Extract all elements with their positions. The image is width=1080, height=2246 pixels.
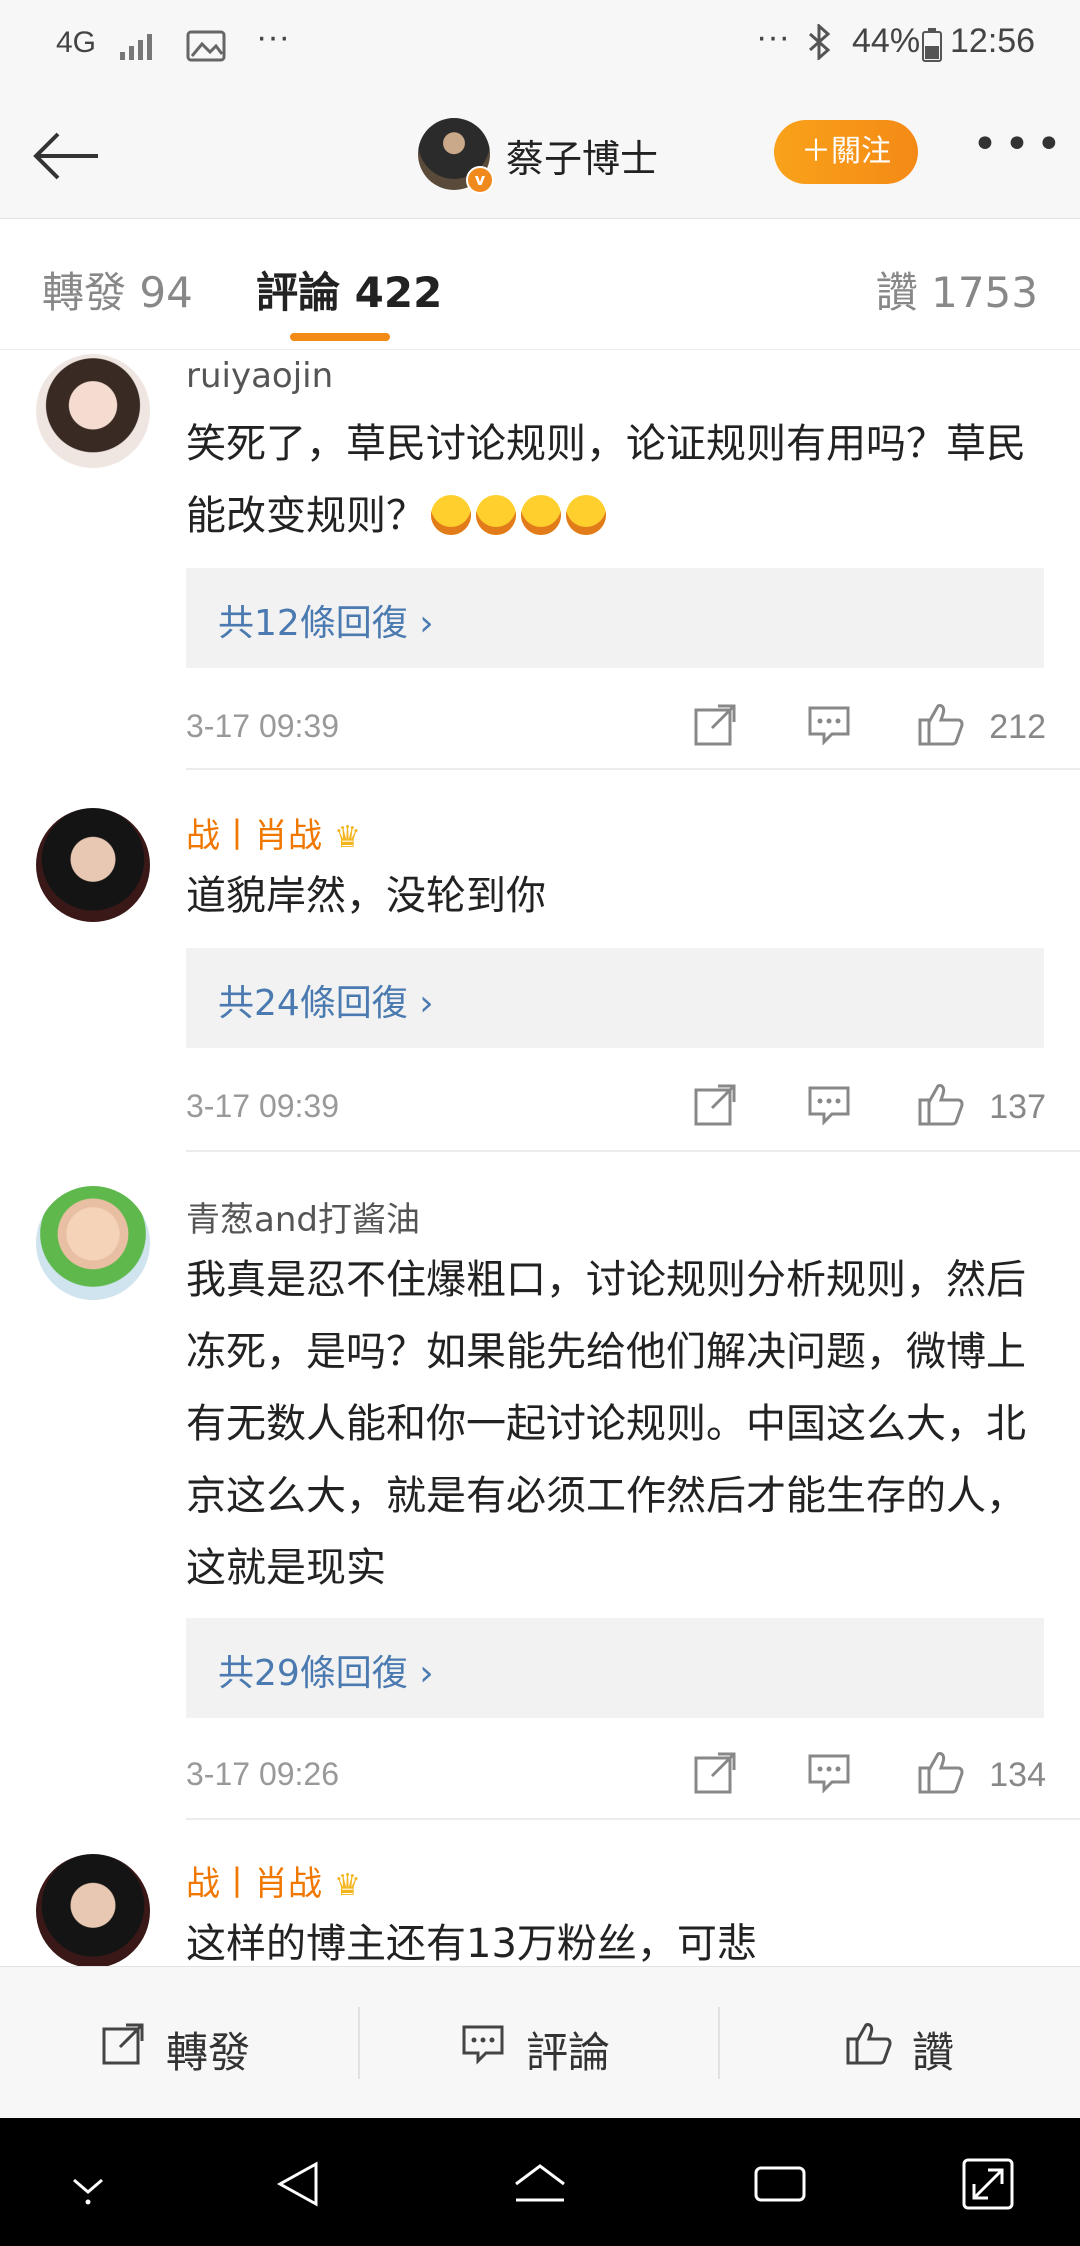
replies-count: 共29條回復 (218, 1653, 408, 1694)
more-options-icon[interactable]: ••• (972, 120, 1062, 184)
comment-meta: 3-17 09:39 137 (186, 1082, 1046, 1132)
like-count: 137 (989, 1088, 1046, 1126)
avatar[interactable] (36, 1854, 150, 1966)
replies-count: 共24條回復 (218, 983, 408, 1024)
laugh-emoji-icon (476, 495, 516, 535)
network-indicator: 4G (56, 26, 97, 59)
battery-icon (922, 28, 942, 71)
like-icon[interactable] (916, 700, 966, 750)
bottom-action-bar: 轉發 評論 讚 (0, 1966, 1080, 2119)
more-notifications-icon: ··· (256, 18, 290, 56)
divider (186, 768, 1080, 770)
comment-item: 战丨肖战 ♛ 这样的博主还有13万粉丝，可悲 (0, 1838, 1080, 1966)
comment-text-body: 笑死了，草民讨论规则，论证规则有用吗？草民能改变规则？ (186, 421, 1026, 539)
comment-icon[interactable] (806, 1082, 852, 1128)
replies-box[interactable]: 共29條回復 › (186, 1618, 1044, 1718)
follow-button[interactable]: ＋關注 (774, 120, 918, 184)
laugh-emoji-icon (566, 495, 606, 535)
replies-link[interactable]: 共24條回復 › (218, 974, 434, 1026)
laugh-emoji-icon (431, 495, 471, 535)
clock: 12:56 (950, 22, 1036, 60)
hide-keyboard-icon[interactable] (58, 2154, 118, 2214)
replies-link[interactable]: 共12條回復 › (218, 594, 434, 646)
bluetooth-icon (806, 22, 832, 69)
expand-icon[interactable] (958, 2154, 1018, 2214)
comment-meta: 3-17 09:39 212 (186, 702, 1046, 752)
comment-username-text: 战丨肖战 (186, 816, 322, 856)
comment-time: 3-17 09:39 (186, 708, 340, 744)
comment-username[interactable]: ruiyaojin (186, 356, 333, 396)
back-arrow-icon (33, 132, 98, 180)
recent-apps-icon[interactable] (750, 2154, 810, 2214)
laugh-emoji-icon (521, 495, 561, 535)
avatar[interactable] (36, 1186, 150, 1300)
comment-icon (462, 2025, 504, 2065)
crown-icon: ♛ (334, 1868, 361, 1903)
tab-reposts[interactable]: 轉發 94 (42, 259, 193, 320)
comment-meta: 3-17 09:26 134 (186, 1750, 1046, 1800)
like-icon (846, 2023, 892, 2065)
replies-count: 共12條回復 (218, 603, 408, 644)
signal-icon (118, 30, 162, 69)
repost-button[interactable]: 轉發 (0, 1967, 358, 2119)
more-status-icon: ··· (756, 18, 790, 56)
like-label: 讚 (912, 2028, 955, 2077)
back-button[interactable] (28, 120, 100, 192)
comment-button[interactable]: 評論 (360, 1967, 718, 2119)
comment-icon[interactable] (806, 1750, 852, 1796)
comment-icon[interactable] (806, 702, 852, 748)
replies-box[interactable]: 共24條回復 › (186, 948, 1044, 1048)
comment-text: 我真是忍不住爆粗口，讨论规则分析规则，然后冻死，是吗？如果能先给他们解决问题，微… (186, 1257, 1026, 1591)
repost-label: 轉發 (166, 2028, 251, 2077)
comment-username-text: 战丨肖战 (186, 1864, 322, 1904)
share-icon[interactable] (692, 1082, 738, 1128)
gallery-icon (186, 30, 226, 71)
replies-box[interactable]: 共12條回復 › (186, 568, 1044, 668)
comment-username[interactable]: 战丨肖战 ♛ (186, 1856, 361, 1905)
like-count: 134 (989, 1756, 1046, 1794)
share-icon[interactable] (692, 702, 738, 748)
comment-time: 3-17 09:26 (186, 1756, 340, 1792)
like-button[interactable]: 讚 (720, 1967, 1080, 2119)
comment-text: 这样的博主还有13万粉丝，可悲 (186, 1921, 757, 1966)
avatar[interactable] (36, 354, 150, 468)
home-icon[interactable] (510, 2154, 570, 2214)
battery-level: 44% (852, 22, 921, 60)
back-nav-icon[interactable] (270, 2154, 330, 2214)
like-icon[interactable] (916, 1748, 966, 1798)
tab-comments[interactable]: 評論 422 (256, 259, 442, 320)
tab-bar: 轉發 94 評論 422 讚 1753 (0, 219, 1080, 350)
comment-text: 道貌岸然，没轮到你 (186, 873, 546, 919)
crown-icon: ♛ (334, 820, 361, 855)
status-bar: 4G ··· ··· 44% 12:56 (0, 0, 1080, 90)
comment-username[interactable]: 青葱and打酱油 (186, 1192, 420, 1241)
avatar[interactable] (36, 808, 150, 922)
comment-username[interactable]: 战丨肖战 ♛ (186, 808, 361, 857)
share-icon[interactable] (692, 1750, 738, 1796)
repost-icon (102, 2023, 144, 2065)
divider (186, 1150, 1080, 1152)
system-nav-bar (0, 2118, 1080, 2246)
like-count: 212 (989, 708, 1046, 746)
replies-link[interactable]: 共29條回復 › (218, 1644, 434, 1696)
active-tab-indicator (290, 333, 390, 341)
tab-likes[interactable]: 讚 1753 (876, 259, 1038, 320)
comment-label: 評論 (526, 2028, 611, 2077)
comment-text: 笑死了，草民讨论规则，论证规则有用吗？草民能改变规则？ (186, 408, 1046, 552)
comment-time: 3-17 09:39 (186, 1088, 340, 1124)
like-icon[interactable] (916, 1080, 966, 1130)
nav-bar: v 蔡子博士 ＋關注 ••• (0, 90, 1080, 219)
page-title[interactable]: 蔡子博士 (506, 128, 658, 183)
divider (186, 1818, 1080, 1820)
verified-badge: v (466, 166, 494, 194)
